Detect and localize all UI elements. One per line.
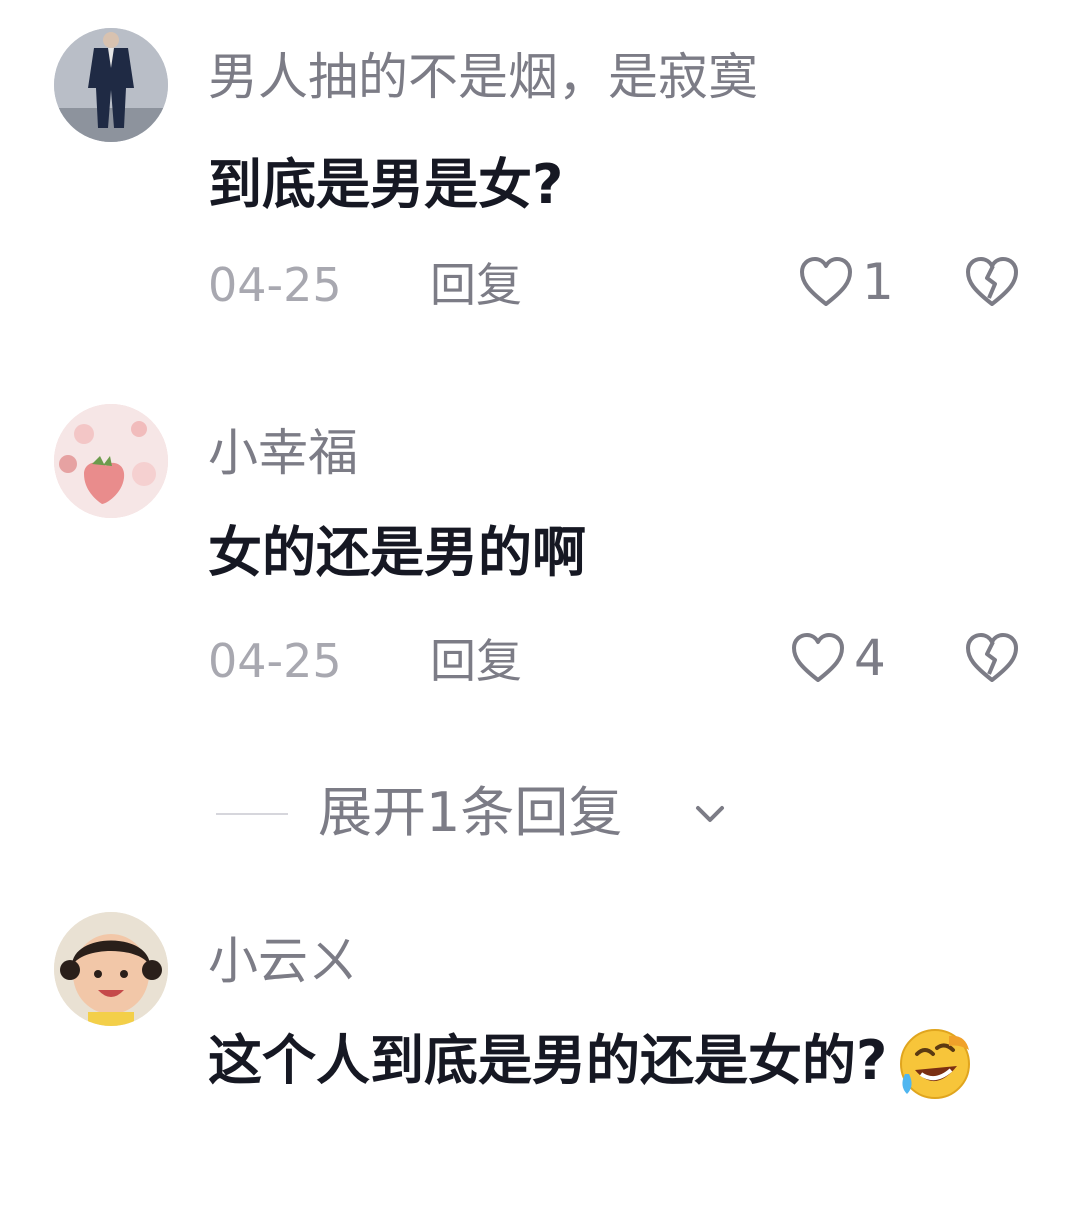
comment-username[interactable]: 小幸福 (208, 428, 358, 478)
comment-text: 这个人到底是男的还是女的? (208, 1024, 988, 1104)
like-count: 4 (854, 629, 886, 687)
reply-button[interactable]: 回复 (430, 262, 522, 308)
comment-username[interactable]: 小云ㄨ (208, 936, 358, 986)
comment-text-body: 这个人到底是男的还是女的? (208, 1029, 888, 1092)
divider-line (216, 813, 288, 815)
like-count: 1 (862, 253, 894, 311)
avatar-image-suit-man (54, 28, 168, 142)
broken-heart-icon[interactable] (964, 630, 1020, 686)
broken-heart-icon[interactable] (964, 254, 1020, 310)
reply-button[interactable]: 回复 (430, 638, 522, 684)
avatar[interactable] (54, 912, 168, 1026)
chevron-down-icon (696, 806, 724, 822)
heart-outline-icon (792, 633, 844, 682)
comment-text: 到底是男是女? (208, 153, 564, 216)
comment-text: 女的还是男的啊 (208, 521, 586, 584)
rofl-emoji-icon (900, 1029, 971, 1100)
avatar[interactable] (54, 404, 168, 518)
avatar[interactable] (54, 28, 168, 142)
like-button[interactable]: 4 (790, 632, 886, 684)
expand-replies-button[interactable]: 展开1条回复 (0, 780, 1080, 850)
heart-outline-icon (800, 257, 852, 306)
expand-replies-label: 展开1条回复 (318, 781, 623, 844)
comment-username[interactable]: 男人抽的不是烟，是寂寞 (208, 52, 758, 102)
avatar-image-girl (54, 912, 168, 1026)
comment-date: 04-25 (208, 258, 342, 312)
comment-date: 04-25 (208, 634, 342, 688)
avatar-image-strawberry (54, 404, 168, 518)
like-button[interactable]: 1 (798, 256, 894, 308)
